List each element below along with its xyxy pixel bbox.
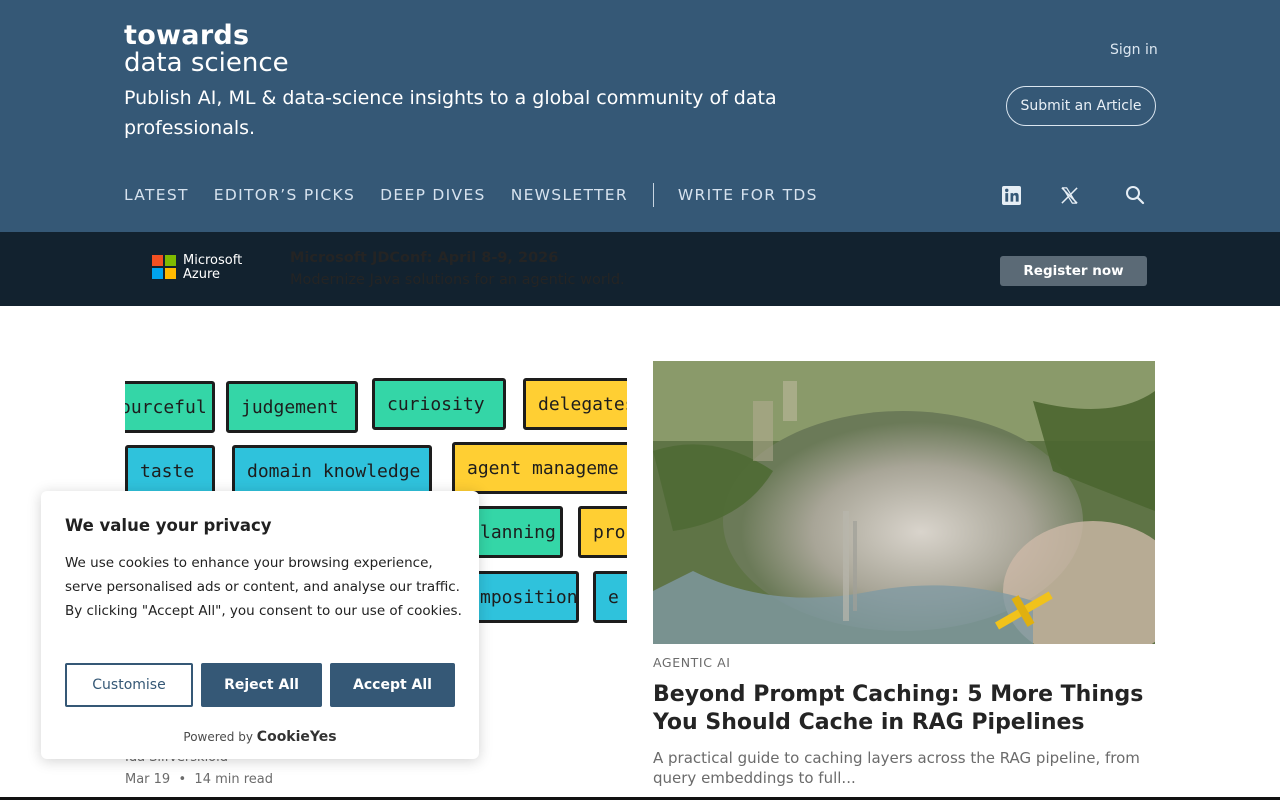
submit-article-button[interactable]: Submit an Article: [1006, 86, 1156, 126]
cookie-title: We value your privacy: [65, 516, 272, 535]
microsoft-logo-icon: [152, 255, 176, 279]
skill-tag: delegates: [523, 378, 627, 430]
left-article-date: Mar 19: [125, 772, 171, 787]
right-article-image[interactable]: [653, 361, 1155, 644]
search-icon[interactable]: [1123, 183, 1147, 207]
skill-tag: curiosity: [372, 378, 506, 430]
microsoft-azure-wordmark: Microsoft Azure: [183, 254, 242, 282]
skill-tag: domain knowledge: [232, 445, 432, 497]
cookieyes-logo[interactable]: CookieYes: [257, 729, 337, 745]
accept-all-button[interactable]: Accept All: [330, 663, 455, 707]
skill-tag: e: [593, 571, 627, 623]
nav-latest[interactable]: LATEST: [124, 186, 189, 204]
cookie-consent-dialog: We value your privacy We use cookies to …: [41, 491, 479, 759]
right-article-category[interactable]: AGENTIC AI: [653, 655, 731, 670]
logo-data-science[interactable]: data science: [124, 48, 289, 78]
skill-tag: pro: [578, 506, 627, 558]
nav-write-for-tds[interactable]: WRITE FOR TDS: [678, 186, 818, 204]
right-article-title[interactable]: Beyond Prompt Caching: 5 More Things You…: [653, 681, 1163, 737]
skill-tag: mposition: [465, 571, 579, 623]
main-nav: LATEST EDITOR’S PICKS DEEP DIVES NEWSLET…: [124, 183, 843, 207]
skill-tag: judgement: [226, 381, 358, 433]
brand-line2: Azure: [183, 267, 221, 282]
site-tagline: Publish AI, ML & data-science insights t…: [124, 87, 777, 139]
banner-title: Microsoft JDConf: April 8-9, 2026: [290, 250, 559, 266]
nav-newsletter[interactable]: NEWSLETTER: [511, 186, 628, 204]
skill-tag: ourceful: [125, 381, 215, 433]
powered-by-label: Powered by: [183, 730, 253, 744]
brand-line1: Microsoft: [183, 253, 243, 268]
nav-deep-dives[interactable]: DEEP DIVES: [380, 186, 486, 204]
cookie-description: We use cookies to enhance your browsing …: [65, 555, 462, 619]
nav-divider: [652, 183, 654, 207]
skill-tag: lanning: [465, 506, 563, 558]
skill-tag: agent manageme: [452, 442, 627, 494]
nav-editors-picks[interactable]: EDITOR’S PICKS: [214, 186, 355, 204]
sign-in-link[interactable]: Sign in: [1110, 42, 1158, 58]
x-icon[interactable]: [1057, 183, 1081, 207]
reject-all-button[interactable]: Reject All: [201, 663, 322, 707]
banner-subtitle: Modernize Java solutions for an agentic …: [290, 272, 625, 288]
powered-by: Powered by CookieYes: [41, 729, 479, 745]
right-article-excerpt: A practical guide to caching layers acro…: [653, 749, 1140, 787]
linkedin-icon[interactable]: [999, 183, 1023, 207]
left-article-meta: Mar 19 • 14 min read: [125, 772, 273, 787]
skill-tag: taste: [125, 445, 215, 497]
register-now-button[interactable]: Register now: [1000, 256, 1147, 286]
meta-separator: •: [174, 772, 195, 787]
customise-button[interactable]: Customise: [65, 663, 193, 707]
left-article-read-time: 14 min read: [194, 772, 274, 787]
site-header: towards data science Publish AI, ML & da…: [0, 0, 1280, 232]
